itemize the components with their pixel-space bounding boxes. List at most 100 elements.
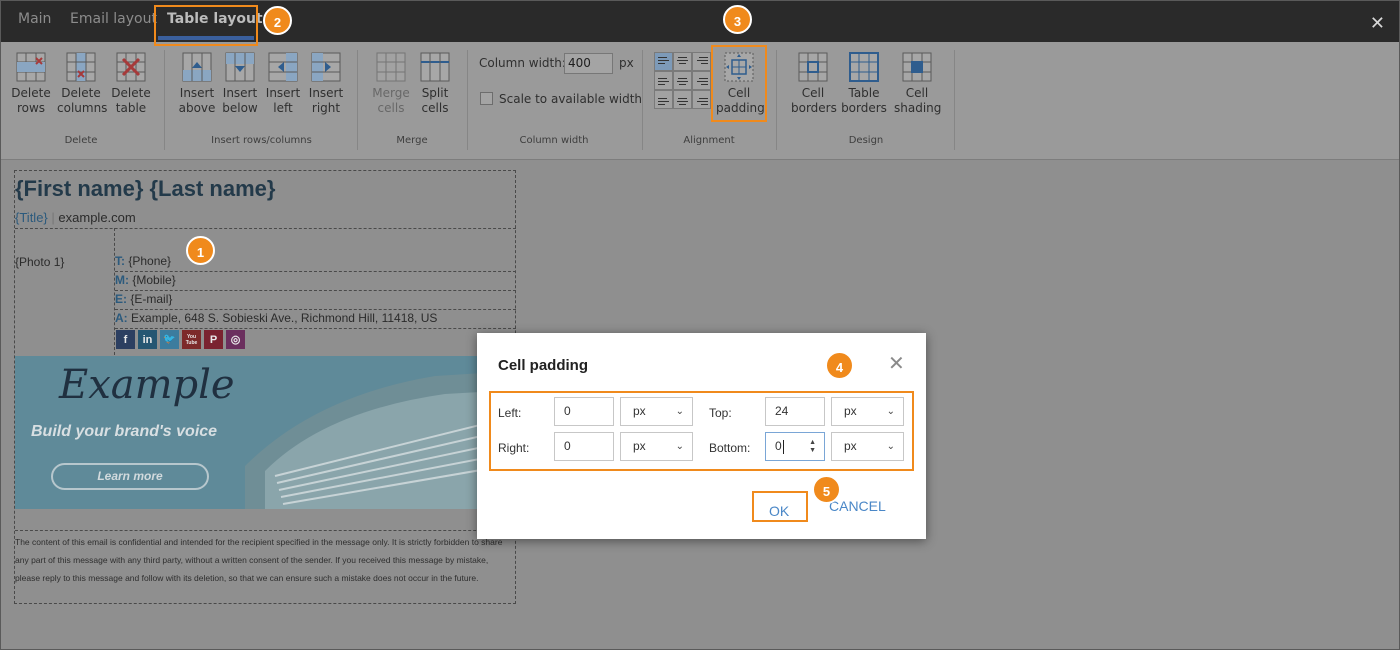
delete-columns-label-2: columns [57, 101, 108, 115]
table-borders-label-2: borders [841, 101, 887, 115]
delete-table-button[interactable]: Delete table [111, 52, 151, 116]
signature-disclaimer[interactable]: The content of this email is confidentia… [15, 533, 515, 587]
insert-right-button[interactable]: Insert right [307, 52, 345, 116]
row-divider [15, 228, 516, 229]
twitter-icon[interactable]: 🐦 [160, 330, 179, 349]
ribbon-separator [776, 50, 777, 150]
contact-label: E: [115, 292, 127, 306]
signature-banner[interactable]: Example Build your brand's voice Learn m… [15, 356, 516, 509]
align-bottom-right-button[interactable] [692, 90, 711, 109]
insert-above-button[interactable]: Insert above [178, 52, 216, 116]
signature-photo[interactable]: {Photo 1} [15, 255, 64, 269]
merge-cells-label-2: cells [377, 101, 405, 115]
ribbon-toolbar: Delete rows Delete columns Delete table … [1, 42, 1399, 160]
youtube-icon[interactable]: You Tube [182, 330, 201, 349]
merge-cells-button[interactable]: Merge cells [370, 52, 412, 116]
merge-group-label: Merge [396, 135, 428, 146]
delete-table-label-2: table [115, 101, 147, 115]
callout-badge-2: 2 [263, 6, 292, 35]
ribbon-separator [954, 50, 955, 150]
align-top-right-button[interactable] [692, 52, 711, 71]
insert-right-label-1: Insert [308, 86, 344, 100]
row-divider [15, 530, 516, 531]
design-group-label: Design [848, 135, 884, 146]
column-width-input[interactable]: 400 [564, 53, 613, 74]
cell-borders-icon [798, 52, 828, 82]
contact-value: {Phone} [128, 254, 172, 268]
instagram-icon[interactable]: ◎ [226, 330, 245, 349]
delete-group-label: Delete [64, 135, 98, 146]
dialog-close-icon[interactable]: ✕ [888, 351, 905, 375]
alignment-grid [654, 52, 711, 109]
ribbon-separator [467, 50, 468, 150]
merge-cells-icon [376, 52, 406, 82]
align-middle-left-button[interactable] [654, 71, 673, 90]
contact-label: M: [115, 273, 129, 287]
scale-to-width-label: Scale to available width [499, 92, 643, 106]
linkedin-icon[interactable]: in [138, 330, 157, 349]
tab-email-layout[interactable]: Email layout [70, 11, 157, 27]
delete-rows-label-1: Delete [11, 86, 51, 100]
delete-table-icon [116, 52, 146, 82]
ok-button-highlight [752, 491, 808, 522]
align-middle-right-button[interactable] [692, 71, 711, 90]
delete-rows-icon [16, 52, 46, 82]
insert-below-label-1: Insert [222, 86, 258, 100]
column-width-group-label: Column width [519, 135, 589, 146]
delete-rows-button[interactable]: Delete rows [10, 52, 52, 116]
ribbon-separator [642, 50, 643, 150]
insert-left-button[interactable]: Insert left [265, 52, 301, 116]
contact-phone[interactable]: T: {Phone} [115, 254, 171, 268]
row-divider [115, 309, 516, 310]
contact-address[interactable]: A: Example, 648 S. Sobieski Ave., Richmo… [115, 311, 437, 325]
insert-group-label: Insert rows/columns [211, 135, 312, 146]
cell-borders-button[interactable]: Cell borders [791, 52, 837, 116]
close-icon[interactable]: ✕ [1370, 13, 1385, 34]
pinterest-icon[interactable]: P [204, 330, 223, 349]
cell-shading-button[interactable]: Cell shading [894, 52, 942, 116]
align-top-left-button[interactable] [654, 52, 673, 71]
table-borders-icon [849, 52, 879, 82]
merge-cells-label-1: Merge [372, 86, 410, 100]
contact-label: T: [115, 254, 125, 268]
column-width-unit: px [619, 56, 634, 70]
align-bottom-left-button[interactable] [654, 90, 673, 109]
insert-above-icon [182, 52, 212, 82]
scale-to-width-checkbox[interactable] [480, 92, 493, 105]
align-bottom-center-button[interactable] [673, 90, 692, 109]
insert-below-label-2: below [222, 101, 258, 115]
insert-below-button[interactable]: Insert below [222, 52, 258, 116]
contact-mobile[interactable]: M: {Mobile} [115, 273, 176, 287]
social-icons: f in 🐦 You Tube P ◎ [116, 330, 245, 349]
insert-below-icon [225, 52, 255, 82]
delete-columns-button[interactable]: Delete columns [57, 52, 108, 116]
signature-subtitle[interactable]: {Title} | example.com [15, 210, 136, 225]
cell-shading-label-1: Cell [905, 86, 929, 100]
signature-name[interactable]: {First name} {Last name} [15, 176, 275, 202]
contact-value: {E-mail} [130, 292, 173, 306]
row-divider [115, 271, 516, 272]
delete-table-label-1: Delete [111, 86, 151, 100]
dialog-title: Cell padding [498, 357, 588, 374]
insert-left-icon [268, 52, 298, 82]
table-borders-button[interactable]: Table borders [841, 52, 887, 116]
insert-above-label-2: above [178, 101, 216, 115]
editor-window: Main Email layout Table layout ✕ Delete … [0, 0, 1400, 650]
cell-shading-label-2: shading [894, 101, 942, 115]
delete-columns-icon [66, 52, 96, 82]
banner-title: Example [59, 362, 235, 408]
facebook-icon[interactable]: f [116, 330, 135, 349]
cancel-button[interactable]: CANCEL [829, 498, 886, 514]
align-middle-center-button[interactable] [673, 71, 692, 90]
tab-main[interactable]: Main [18, 11, 51, 27]
cell-shading-icon [902, 52, 932, 82]
learn-more-button[interactable]: Learn more [51, 463, 209, 490]
split-cells-icon [420, 52, 450, 82]
align-top-center-button[interactable] [673, 52, 692, 71]
ribbon-separator [164, 50, 165, 150]
cell-borders-label-1: Cell [801, 86, 825, 100]
contact-value: Example, 648 S. Sobieski Ave., Richmond … [131, 311, 438, 325]
contact-email[interactable]: E: {E-mail} [115, 292, 172, 306]
split-cells-button[interactable]: Split cells [418, 52, 452, 116]
signature-title: {Title} [15, 210, 48, 225]
